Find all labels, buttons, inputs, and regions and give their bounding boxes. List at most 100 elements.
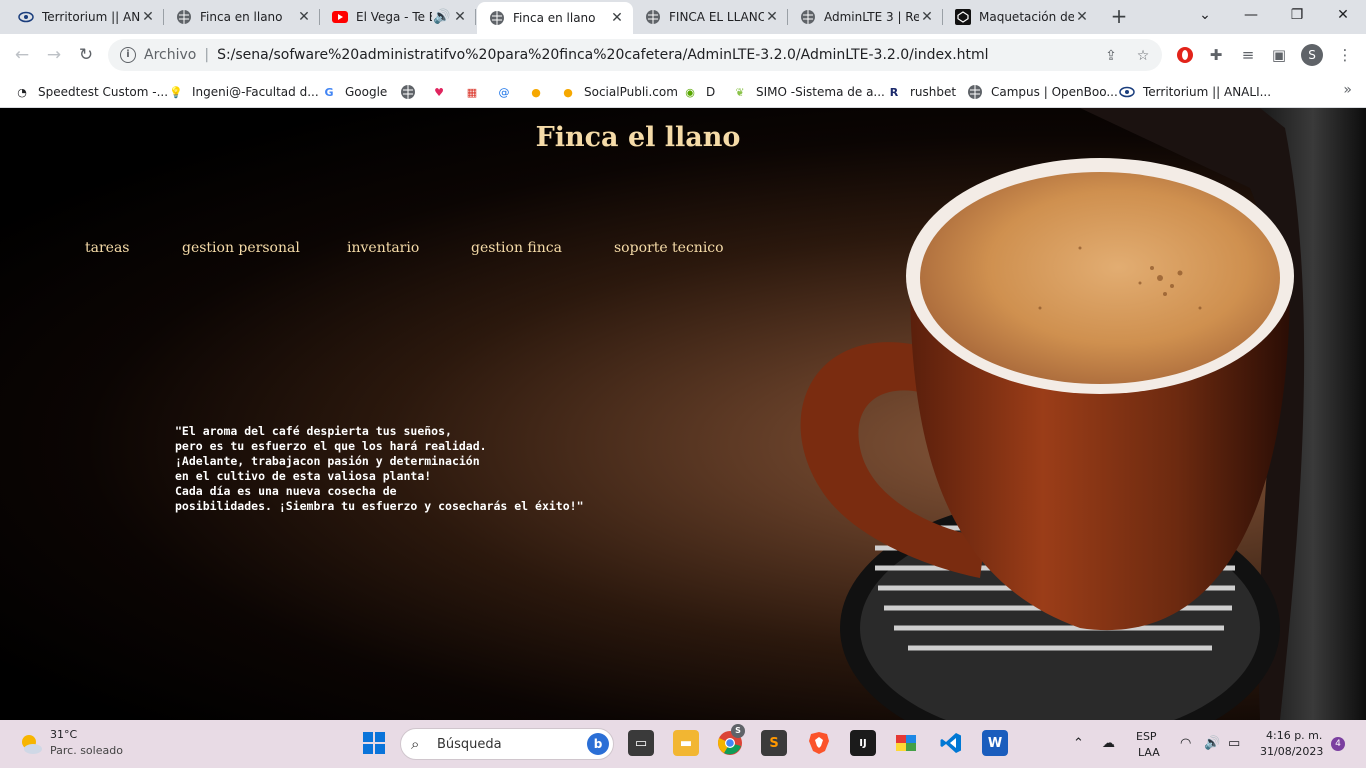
tab-maquetacion[interactable]: Maquetación de ✕ xyxy=(943,0,1098,34)
bookmark-label: SIMO -Sistema de a... xyxy=(756,85,885,99)
battery-icon[interactable]: ▭ xyxy=(1228,736,1240,751)
weather-temperature[interactable]: 31°C xyxy=(50,728,77,741)
tab-search-button[interactable]: ⌄ xyxy=(1182,0,1228,30)
tab-finca-el-llano[interactable]: FINCA EL LLANO ✕ xyxy=(633,0,788,34)
bookmark-grid[interactable]: ▦ xyxy=(464,82,488,102)
notification-badge[interactable]: 4 xyxy=(1331,737,1345,751)
windows-start-icon[interactable] xyxy=(361,730,387,756)
bookmark-label: Speedtest Custom -... xyxy=(38,85,169,99)
tab-territorium[interactable]: Territorium || ANA ✕ xyxy=(6,0,164,34)
tab-label: Territorium || ANA xyxy=(42,10,140,24)
bookmark-label: D xyxy=(706,85,716,99)
address-bar[interactable]: i Archivo | S:/sena/sofware%20administra… xyxy=(108,39,1162,71)
jetbrains-icon[interactable]: IJ xyxy=(850,730,876,756)
lightbulb-icon: 💡 xyxy=(169,85,183,99)
brave-icon[interactable] xyxy=(806,730,832,756)
tab-finca-en-llano-active[interactable]: Finca en llano ✕ xyxy=(477,2,633,34)
tab-finca-en-llano[interactable]: Finca en llano ✕ xyxy=(164,0,320,34)
bookmark-at[interactable]: @ xyxy=(496,82,520,102)
nav-link-inventario[interactable]: inventario xyxy=(347,240,419,256)
close-icon[interactable]: ✕ xyxy=(1074,9,1090,25)
tab-label: Finca en llano xyxy=(513,11,596,25)
chevron-more-icon[interactable]: » xyxy=(1343,82,1352,98)
media-control-icon[interactable]: ≡ xyxy=(1239,46,1257,64)
bookmark-heart[interactable]: ♥ xyxy=(431,82,455,102)
bookmark-d[interactable]: ◉ D xyxy=(682,82,715,102)
google-icon: G xyxy=(324,85,334,99)
file-explorer-icon[interactable]: ▬ xyxy=(673,730,699,756)
close-window-button[interactable]: ✕ xyxy=(1320,0,1366,30)
address-url[interactable]: S:/sena/sofware%20administratifvo%20para… xyxy=(217,47,988,63)
opera-extension-icon[interactable] xyxy=(1176,46,1194,64)
forward-button[interactable]: → xyxy=(42,43,66,67)
tab-adminlte[interactable]: AdminLTE 3 | Reg ✕ xyxy=(788,0,943,34)
at-icon: @ xyxy=(498,85,510,99)
side-panel-icon[interactable]: ▣ xyxy=(1270,46,1288,64)
motivational-quote: "El aroma del café despierta tus sueños,… xyxy=(175,424,584,513)
bookmark-star-icon[interactable]: ☆ xyxy=(1134,47,1152,65)
address-divider: | xyxy=(204,47,210,63)
bookmark-territorium[interactable]: Territorium || ANALI... xyxy=(1119,82,1271,102)
nav-link-gestion-personal[interactable]: gestion personal xyxy=(182,240,300,256)
bookmark-label: Campus | OpenBoo... xyxy=(991,85,1118,99)
page-content: Finca el llano tareas gestion personal i… xyxy=(0,108,1366,720)
language-indicator-bottom[interactable]: LAA xyxy=(1138,746,1160,759)
bookmark-globe[interactable] xyxy=(400,82,424,102)
clock-date[interactable]: 31/08/2023 xyxy=(1260,745,1323,758)
info-icon[interactable]: i xyxy=(120,47,136,63)
close-icon[interactable]: ✕ xyxy=(764,9,780,25)
volume-icon[interactable]: 🔊 xyxy=(1204,736,1220,751)
chevron-up-icon[interactable]: ⌃ xyxy=(1073,736,1084,751)
globe-icon xyxy=(645,9,661,25)
close-icon[interactable]: ✕ xyxy=(296,9,312,25)
nav-link-tareas[interactable]: tareas xyxy=(85,240,129,256)
onedrive-cloud-icon[interactable]: ☁ xyxy=(1102,736,1115,751)
bookmark-rushbet[interactable]: Rrushbet xyxy=(886,82,956,102)
back-button[interactable]: ← xyxy=(10,43,34,67)
task-view-icon[interactable]: ▭ xyxy=(628,730,654,756)
vscode-icon[interactable] xyxy=(938,730,964,756)
maximize-button[interactable]: ❐ xyxy=(1274,0,1320,30)
bookmark-simo[interactable]: ❦ SIMO -Sistema de a... xyxy=(732,82,885,102)
kebab-menu-icon[interactable]: ⋮ xyxy=(1336,46,1354,64)
bookmarks-bar: ◔ Speedtest Custom -... 💡 Ingeni@-Facultad… xyxy=(0,76,1366,108)
weather-partly-sunny-icon[interactable] xyxy=(18,731,44,757)
bing-icon[interactable]: b xyxy=(587,733,609,755)
reload-button[interactable]: ↻ xyxy=(74,43,98,67)
weather-description[interactable]: Parc. soleado xyxy=(50,744,123,757)
share-icon[interactable]: ⇪ xyxy=(1102,47,1120,65)
close-icon[interactable]: ✕ xyxy=(919,9,935,25)
nav-link-soporte-tecnico[interactable]: soporte tecnico xyxy=(614,240,724,256)
sublime-text-icon[interactable]: S xyxy=(761,730,787,756)
profile-avatar[interactable]: S xyxy=(1301,44,1323,66)
heart-icon: ♥ xyxy=(434,85,444,99)
close-icon[interactable]: ✕ xyxy=(609,10,625,26)
tab-label: Finca en llano xyxy=(200,10,283,24)
bookmark-socialpubli[interactable]: ● SocialPubli.com xyxy=(560,82,678,102)
browser-toolbar: ← → ↻ i Archivo | S:/sena/sofware%20admi… xyxy=(0,34,1366,76)
minimize-button[interactable]: — xyxy=(1228,0,1274,30)
bookmark-campus[interactable]: Campus | OpenBoo... xyxy=(967,82,1118,102)
clock-time[interactable]: 4:16 p. m. xyxy=(1266,729,1322,742)
bookmark-google[interactable]: G Google xyxy=(321,82,387,102)
new-tab-button[interactable]: + xyxy=(1107,5,1131,29)
language-indicator-top[interactable]: ESP xyxy=(1136,730,1157,743)
search-icon: ⌕ xyxy=(411,735,420,753)
close-icon[interactable]: ✕ xyxy=(452,9,468,25)
speaker-icon[interactable]: 🔊 xyxy=(432,9,452,25)
tab-label: El Vega - Te E xyxy=(356,10,432,24)
taskbar-search[interactable]: ⌕ Búsqueda b xyxy=(400,728,614,760)
coffee-cup-illustration xyxy=(800,108,1366,720)
paint-app-icon[interactable] xyxy=(894,730,920,756)
nav-link-gestion-finca[interactable]: gestion finca xyxy=(471,240,562,256)
word-icon[interactable]: W xyxy=(982,730,1008,756)
chrome-icon[interactable]: S xyxy=(717,724,745,756)
extensions-puzzle-icon[interactable]: ✚ xyxy=(1207,46,1225,64)
wifi-icon[interactable]: ◠ xyxy=(1180,736,1191,751)
bookmark-ingenia[interactable]: 💡 Ingeni@-Facultad d... xyxy=(168,82,319,102)
codepen-icon xyxy=(955,9,971,25)
bookmark-emoji[interactable]: ● xyxy=(528,82,552,102)
bookmark-speedtest[interactable]: ◔ Speedtest Custom -... xyxy=(14,82,168,102)
tab-youtube[interactable]: El Vega - Te E 🔊 ✕ xyxy=(320,0,476,34)
close-icon[interactable]: ✕ xyxy=(140,9,156,25)
